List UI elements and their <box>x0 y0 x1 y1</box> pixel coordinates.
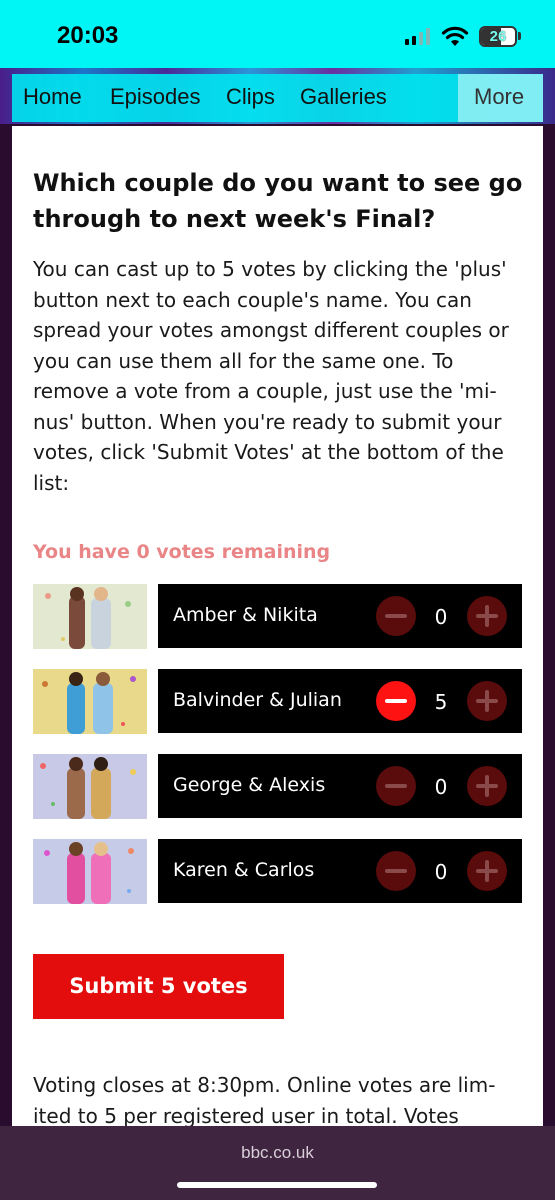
nav-item-clips[interactable]: Clips <box>226 84 275 110</box>
plus-button[interactable] <box>467 681 507 721</box>
couple-photo-balvinder-julian <box>33 669 147 734</box>
minus-icon <box>385 614 407 618</box>
url-text[interactable]: bbc.co.uk <box>0 1143 555 1163</box>
page-title: Which couple do you want to see go throu… <box>33 169 523 233</box>
couple-photo-karen-carlos <box>33 839 147 904</box>
votes-remaining: You have 0 votes remaining <box>33 541 331 563</box>
couple-name: Balvinder & Julian <box>173 689 342 711</box>
battery-level: 26 <box>489 28 507 45</box>
plus-button[interactable] <box>467 596 507 636</box>
couple-name: George & Alexis <box>173 774 326 796</box>
minus-icon <box>385 699 407 703</box>
intro-text: You can cast up to 5 votes by clicking t… <box>33 257 509 495</box>
plus-button[interactable] <box>467 766 507 806</box>
minus-icon <box>385 784 407 788</box>
nav-item-more[interactable]: More <box>474 84 524 110</box>
vote-count: 0 <box>434 860 448 884</box>
minus-button[interactable] <box>376 681 416 721</box>
vote-count: 0 <box>434 605 448 629</box>
minus-button[interactable] <box>376 851 416 891</box>
browser-url-bar[interactable] <box>0 1126 555 1200</box>
minus-button[interactable] <box>376 596 416 636</box>
nav-item-home[interactable]: Home <box>23 84 82 110</box>
couple-photo-george-alexis <box>33 754 147 819</box>
status-time: 20:03 <box>57 22 119 49</box>
vote-count: 0 <box>434 775 448 799</box>
nav-item-episodes[interactable]: Episodes <box>110 84 201 110</box>
plus-button[interactable] <box>467 851 507 891</box>
minus-icon <box>385 869 407 873</box>
submit-votes-button[interactable]: Submit 5 votes <box>33 954 284 1019</box>
battery-icon: 26 <box>479 26 517 47</box>
wifi-icon <box>441 26 469 46</box>
nav-item-galleries[interactable]: Galleries <box>300 84 387 110</box>
couple-name: Amber & Nikita <box>173 604 318 626</box>
signal-icon <box>405 28 430 45</box>
battery-tip <box>518 32 521 40</box>
couple-name: Karen & Carlos <box>173 859 315 881</box>
home-indicator[interactable] <box>177 1182 377 1188</box>
voting-info-text: Voting closes at 8:30pm. Online votes ar… <box>33 1073 496 1128</box>
minus-button[interactable] <box>376 766 416 806</box>
vote-count: 5 <box>434 690 448 714</box>
couple-photo-amber-nikita <box>33 584 147 649</box>
